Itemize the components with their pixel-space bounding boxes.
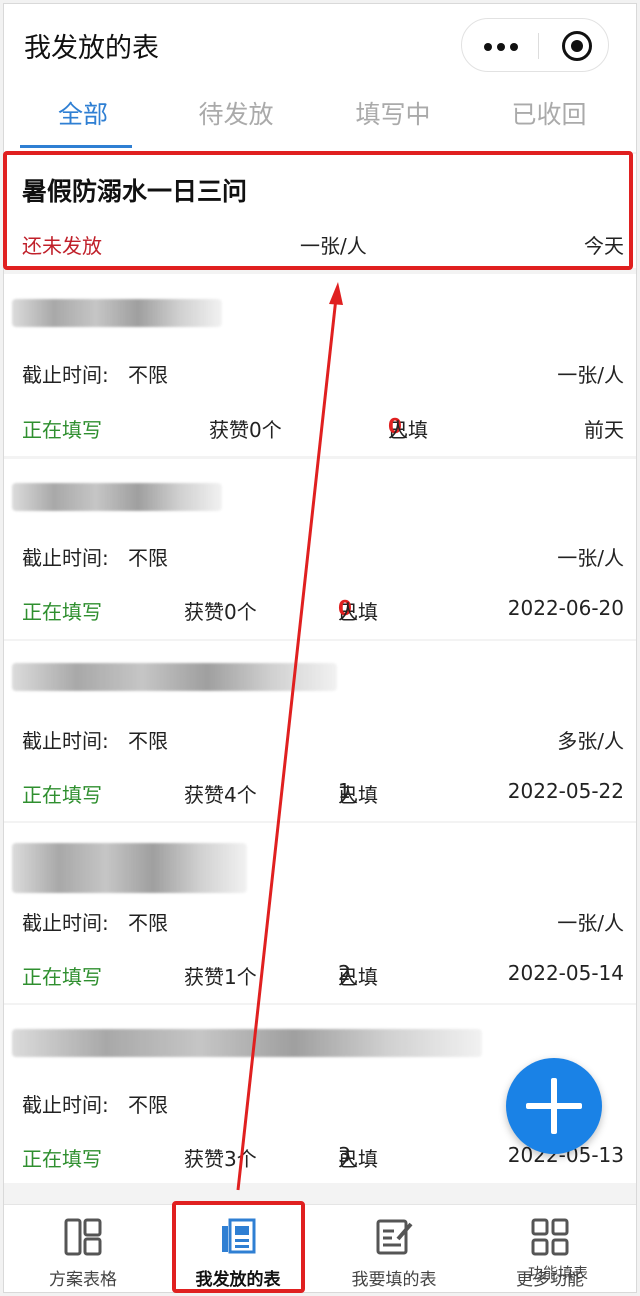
form-card-featured[interactable]: 暑假防溺水一日三问 还未发放 一张/人 今天 <box>4 154 636 268</box>
capsule-divider <box>538 33 539 59</box>
filled-unit: 人 <box>388 418 408 442</box>
deadline-label: 截止时间: <box>22 1093 109 1117</box>
status-label: 正在填写 <box>22 965 102 989</box>
form-card[interactable]: 截止时间: 不限 一张/人 正在填写 获赞0个 已填 0 人 前天 <box>4 274 636 456</box>
nav-label: 方案表格 <box>49 1270 117 1290</box>
distribution-mode: 多张/人 <box>557 729 624 753</box>
deadline-value: 不限 <box>128 729 168 753</box>
form-card[interactable]: 截止时间: 不限 多张/人 正在填写 获赞4个 已填 1 人 2022-05-22 <box>4 641 636 821</box>
redacted-title <box>12 299 222 327</box>
status-label: 正在填写 <box>22 418 102 442</box>
stats-row: 正在填写 获赞4个 已填 1 人 2022-05-22 <box>22 779 624 809</box>
more-icon[interactable] <box>484 43 518 51</box>
deadline-value: 不限 <box>128 1093 168 1117</box>
grid-icon <box>531 1218 569 1256</box>
tab-pending[interactable]: 待发放 <box>157 82 315 152</box>
top-bar: 我发放的表 <box>4 4 636 82</box>
page-title: 我发放的表 <box>24 33 159 64</box>
watermark: 功能填表 <box>528 1264 589 1282</box>
deadline-row: 截止时间: 不限 一张/人 <box>22 907 624 937</box>
filled-unit: 人 <box>338 965 358 989</box>
issue-date: 2022-05-22 <box>507 779 624 803</box>
deadline-value: 不限 <box>128 911 168 935</box>
phone-screen: 我发放的表 全部 待发放 填写中 已收回 暑假防溺水一日三问 还未发放 一张/人… <box>3 3 637 1293</box>
tab-all[interactable]: 全部 <box>4 82 162 152</box>
likes-count: 获赞0个 <box>184 600 257 624</box>
card-meta-row: 还未发放 一张/人 今天 <box>22 230 624 260</box>
issue-date: 今天 <box>584 234 624 258</box>
form-title: 暑假防溺水一日三问 <box>22 177 248 206</box>
tab-filling[interactable]: 填写中 <box>314 82 472 152</box>
nav-templates[interactable]: 方案表格 <box>4 1205 162 1292</box>
issue-date: 2022-06-20 <box>507 596 624 620</box>
status-label: 正在填写 <box>22 600 102 624</box>
layout-icon <box>64 1218 102 1256</box>
deadline-row: 截止时间: 不限 一张/人 <box>22 359 624 389</box>
filled-unit: 人 <box>338 783 358 807</box>
stats-row: 正在填写 获赞3个 已填 3 人 2022-05-13 <box>22 1143 624 1173</box>
filled-unit: 人 <box>338 1147 358 1171</box>
redacted-title <box>12 1029 482 1057</box>
deadline-label: 截止时间: <box>22 729 109 753</box>
tab-collected[interactable]: 已收回 <box>470 82 628 152</box>
likes-count: 获赞4个 <box>184 783 257 807</box>
distribution-mode: 一张/人 <box>557 546 624 570</box>
form-card[interactable]: 截止时间: 不限 一张/人 正在填写 获赞0个 已填 0 人 2022-06-20 <box>4 459 636 639</box>
status-label: 还未发放 <box>22 234 102 258</box>
stats-row: 正在填写 获赞0个 已填 0 人 2022-06-20 <box>22 596 624 626</box>
nav-label: 我发放的表 <box>195 1270 281 1290</box>
nav-my-issued[interactable]: 我发放的表 <box>159 1205 317 1292</box>
deadline-label: 截止时间: <box>22 363 109 387</box>
distribution-mode: 一张/人 <box>557 363 624 387</box>
redacted-title <box>12 483 222 511</box>
filter-tabs: 全部 待发放 填写中 已收回 <box>4 82 636 152</box>
status-label: 正在填写 <box>22 1147 102 1171</box>
redacted-title <box>12 843 247 893</box>
nav-label: 我要填的表 <box>351 1270 437 1290</box>
status-label: 正在填写 <box>22 783 102 807</box>
deadline-row: 截止时间: 不限 多张/人 <box>22 725 624 755</box>
deadline-value: 不限 <box>128 363 168 387</box>
stats-row: 正在填写 获赞1个 已填 2 人 2022-05-14 <box>22 961 624 991</box>
stats-row: 正在填写 获赞0个 已填 0 人 前天 <box>22 414 624 444</box>
likes-count: 获赞1个 <box>184 965 257 989</box>
deadline-row: 截止时间: 不限 一张/人 <box>22 542 624 572</box>
likes-count: 获赞0个 <box>209 418 282 442</box>
likes-count: 获赞3个 <box>184 1147 257 1171</box>
nav-to-fill[interactable]: 我要填的表 <box>315 1205 473 1292</box>
deadline-value: 不限 <box>128 546 168 570</box>
add-form-button[interactable] <box>506 1058 602 1154</box>
mini-program-capsule <box>461 18 609 72</box>
issue-date: 前天 <box>584 418 624 442</box>
filled-unit: 人 <box>338 600 358 624</box>
deadline-label: 截止时间: <box>22 911 109 935</box>
deadline-label: 截止时间: <box>22 546 109 570</box>
edit-form-icon <box>376 1219 413 1255</box>
close-mini-program-icon[interactable] <box>562 31 592 61</box>
distribution-mode: 一张/人 <box>557 911 624 935</box>
distribution-mode: 一张/人 <box>300 234 367 258</box>
form-card[interactable]: 截止时间: 不限 一张/人 正在填写 获赞1个 已填 2 人 2022-05-14 <box>4 823 636 1003</box>
redacted-title <box>12 663 337 691</box>
document-list-icon <box>222 1218 256 1254</box>
issue-date: 2022-05-14 <box>507 961 624 985</box>
